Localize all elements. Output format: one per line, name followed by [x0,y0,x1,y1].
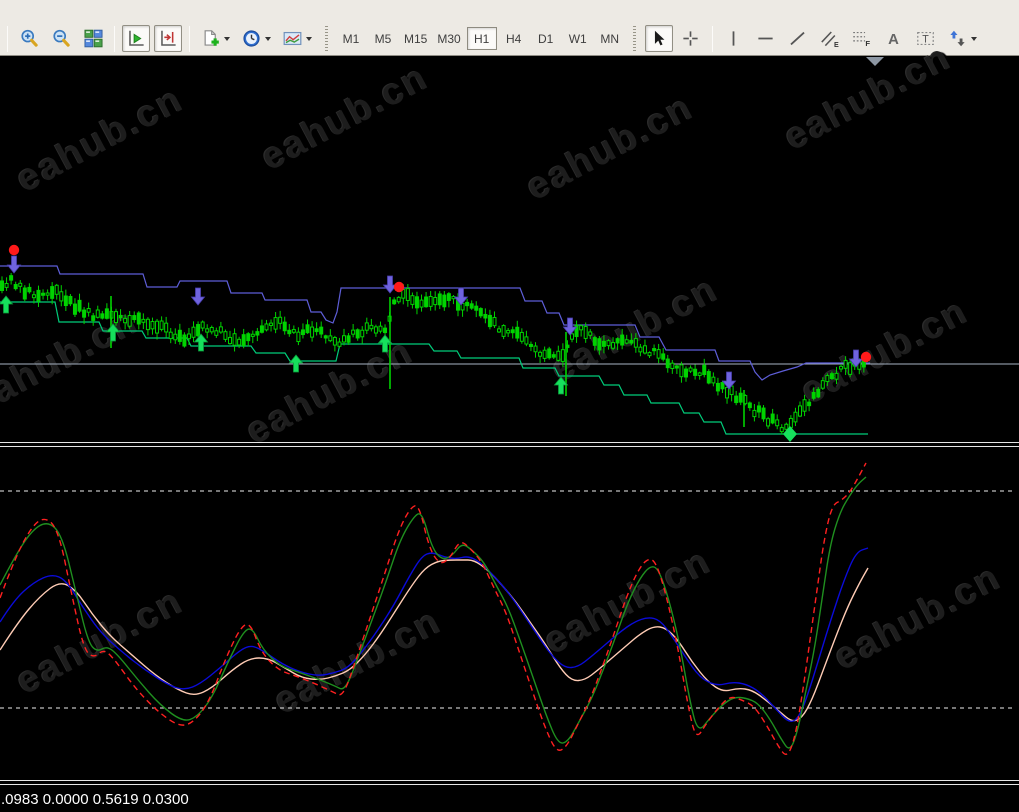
toolbar-separator [114,25,115,52]
candlesticks [0,273,866,435]
new-chart-button[interactable] [197,25,234,52]
periods-icon [243,30,260,47]
dropdown-caret-icon[interactable] [224,36,230,41]
sell-signal-arrow-icon [190,287,206,306]
templates-button[interactable] [279,25,316,52]
fibonacci-button[interactable]: F [848,25,876,52]
equidistant-channel-icon: E [821,31,839,49]
toolbar-separator [711,25,713,52]
arrow-objects-button[interactable] [944,25,981,52]
svg-text:E: E [834,41,839,49]
vertical-line-icon [732,31,735,46]
crosshair-icon [683,31,698,46]
buy-signal-arrow-icon [105,323,121,342]
vertical-line-button[interactable] [720,25,748,52]
indicator-line-fast-red-dashed [0,462,867,755]
cursor-button[interactable] [644,25,673,52]
exit-dot-icon [8,244,20,256]
new-chart-icon [204,30,219,46]
trendline-button[interactable] [784,25,812,52]
tile-windows-icon [83,29,103,48]
toolbar: M1 M5 M15 M30 H1 H4 D1 W1 MN E F A T [0,0,1019,56]
text-button[interactable]: A [880,25,908,52]
tile-windows-button[interactable] [79,25,107,52]
svg-text:A: A [888,32,899,48]
toolbar-separator [7,25,8,52]
zoom-out-icon [52,29,70,47]
equidistant-channel-button[interactable]: E [816,25,844,52]
crosshair-button[interactable] [677,25,705,52]
timeframe-m1-button[interactable]: M1 [336,27,366,50]
fibonacci-icon: F [853,31,871,48]
dropdown-caret-icon[interactable] [970,36,977,41]
exit-dot-icon [860,351,872,363]
chart-end-marker-icon[interactable] [866,57,884,66]
zoom-in-icon [20,29,38,47]
horizontal-line-button[interactable] [752,25,780,52]
timeframe-h4-button[interactable]: H4 [499,27,529,50]
chart-shift-icon [160,30,176,46]
toolbar-row: M1 M5 M15 M30 H1 H4 D1 W1 MN E F A T [2,25,1017,52]
zoom-out-button[interactable] [47,25,75,52]
exit-dot-icon [393,281,405,293]
timeframe-m30-button[interactable]: M30 [433,27,464,50]
indicator-values: .0983 0.0000 0.5619 0.0300 [1,790,189,808]
svg-text:F: F [866,39,871,48]
auto-scroll-icon [128,30,144,46]
timeframe-m15-button[interactable]: M15 [400,27,431,50]
buy-signal-arrow-icon [0,295,14,314]
sell-signal-arrow-icon [6,255,22,274]
cursor-icon [655,30,665,46]
auto-scroll-button[interactable] [122,25,150,52]
buy-signal-arrow-icon [193,333,209,352]
timeframe-w1-button[interactable]: W1 [563,27,593,50]
toolbar-separator [189,25,190,52]
indicator-line-main-blue [0,547,869,723]
trendline-icon [790,31,805,46]
dropdown-caret-icon[interactable] [306,36,312,41]
timeframe-mn-button[interactable]: MN [595,27,625,50]
horizontal-line-icon [758,37,773,40]
arrow-objects-icon [950,30,965,47]
dropdown-caret-icon[interactable] [265,36,271,41]
toolbar-grip-handle[interactable] [325,25,328,52]
timeframe-d1-button[interactable]: D1 [531,27,561,50]
timeframe-h1-button[interactable]: H1 [466,27,497,50]
metatrader-window: M1 M5 M15 M30 H1 H4 D1 W1 MN E F A T eahub.cn eahub.c… [0,0,1019,812]
text-icon: A [888,32,899,48]
indicator-subwindow[interactable] [0,448,1019,780]
main-price-chart[interactable] [0,56,1019,442]
toolbar-grip-handle[interactable] [632,25,636,52]
chart-shift-button[interactable] [154,25,182,52]
indicator-line-signal-pink [0,559,869,722]
timeframe-m5-button[interactable]: M5 [368,27,398,50]
indicator-line-fast-green [0,476,867,749]
status-bar: .0983 0.0000 0.5619 0.0300 [0,786,1019,812]
zoom-in-button[interactable] [15,25,43,52]
templates-icon [283,31,302,46]
periods-button[interactable] [238,25,275,52]
